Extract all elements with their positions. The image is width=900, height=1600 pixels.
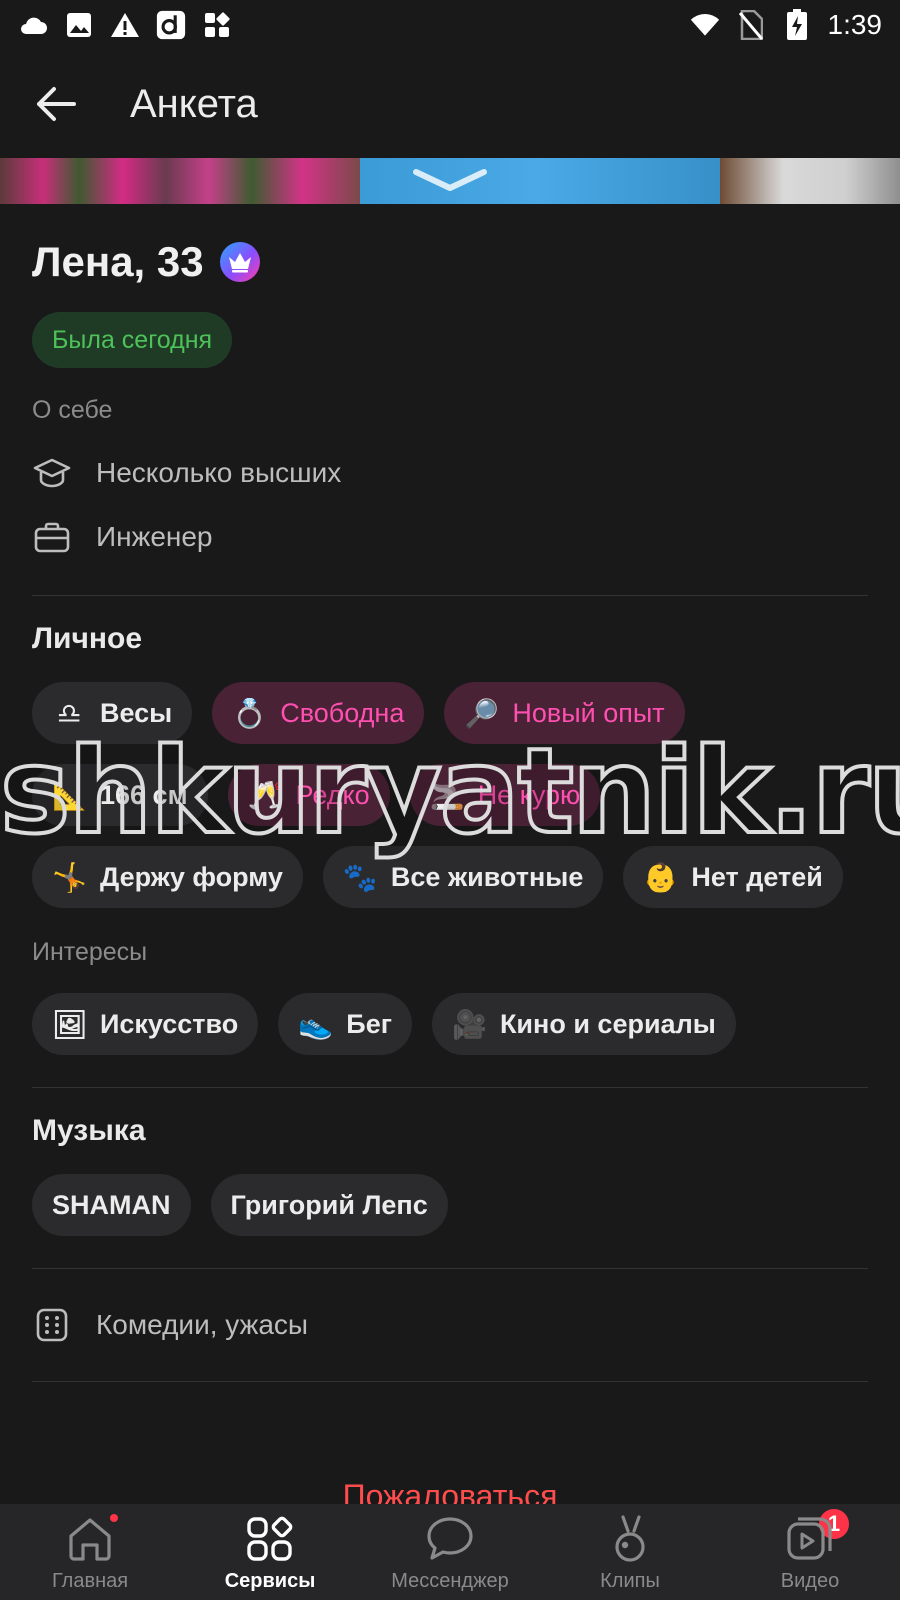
personal-heading: Личное [32,622,143,655]
chip-height[interactable]: 📐 166 см [32,764,208,826]
job-row: Инженер [32,505,868,569]
divider [32,1268,868,1269]
tab-home[interactable]: Главная [0,1504,180,1600]
graduation-cap-icon [32,453,72,493]
movies-row: Комедии, ужасы [32,1293,868,1357]
services-icon [243,1512,297,1566]
glasses-icon: 🥂 [247,779,283,811]
about-label: О себе [32,396,113,424]
personal-chips-row-3: 🤸 Держу форму 🐾 Все животные 👶 Нет детей [32,846,868,908]
image-icon [64,10,94,40]
app-d-icon [156,10,186,40]
interests-label: Интересы [32,938,148,966]
movies-text: Комедии, ужасы [96,1309,309,1340]
music-chips: SHAMAN Григорий Лепс [32,1174,868,1236]
zodiac-libra-icon: ♎ [56,697,82,729]
back-arrow-icon [37,87,76,121]
profile-photo[interactable] [0,158,900,204]
online-status-badge: Была сегодня [32,312,233,368]
framed-picture-icon: 🖼 [52,1008,88,1040]
baby-icon: 👶 [643,861,679,893]
briefcase-icon [32,517,72,557]
bottom-tab-bar: Главная Сервисы 1 Мессенджер Клипы Видео [0,1504,900,1600]
chip-interest-art[interactable]: 🖼 Искусство [32,993,259,1055]
movie-camera-icon: 🎥 [451,1008,487,1040]
widgets-icon [202,10,232,40]
cigarette-icon: 🚬 [429,779,465,811]
tab-services[interactable]: Сервисы [180,1504,360,1600]
video-icon [783,1512,837,1566]
wifi-icon [690,10,720,40]
messenger-icon [423,1512,477,1566]
no-sim-icon [736,10,766,40]
chip-children[interactable]: 👶 Нет детей [623,846,843,908]
chip-looking-for[interactable]: 🔎 Новый опыт [444,682,685,744]
chip-zodiac[interactable]: ♎ Весы [32,682,193,744]
ring-icon: 💍 [232,697,268,729]
chip-relationship[interactable]: 💍 Свободна [212,682,425,744]
tab-video[interactable]: Видео [720,1504,900,1600]
chip-sport[interactable]: 🤸 Держу форму [32,846,303,908]
crown-icon[interactable] [219,242,260,282]
chip-alcohol[interactable]: 🥂 Редко [227,764,390,826]
app-bar: Анкета [0,50,900,158]
chip-interest-running[interactable]: 👟 Бег [278,993,412,1055]
divider [32,1087,868,1088]
magnifier-icon: 🔎 [464,697,500,729]
sneaker-icon: 👟 [298,1008,334,1040]
tab-clips[interactable]: Клипы [540,1504,720,1600]
cloud-icon [18,10,48,40]
paws-icon: 🐾 [342,861,378,893]
warning-icon [110,10,140,40]
back-button[interactable] [34,82,78,126]
personal-chips-row-1: ♎ Весы 💍 Свободна 🔎 Новый опыт [32,682,868,744]
chip-pets[interactable]: 🐾 Все животные [322,846,604,908]
personal-chips-row-2: 📐 166 см 🥂 Редко 🚬 Не курю [32,764,868,826]
music-heading: Музыка [32,1114,146,1147]
gymnast-icon: 🤸 [52,861,87,893]
page-title: Анкета [130,81,258,126]
battery-charging-icon [782,9,812,40]
chip-music-artist[interactable]: Григорий Лепс [210,1174,448,1236]
interests-chips: 🖼 Искусство 👟 Бег 🎥 Кино и сериалы [32,993,868,1055]
chevron-down-icon[interactable] [412,168,488,192]
ruler-icon: 📐 [52,779,87,811]
chip-smoking[interactable]: 🚬 Не курю [409,764,601,826]
chip-music-artist[interactable]: SHAMAN [32,1174,191,1236]
dice-icon [32,1305,72,1345]
job-text: Инженер [96,521,213,552]
tab-messenger[interactable]: 1 Мессенджер [360,1504,852,1600]
clock: 1:39 [827,9,883,40]
divider [32,1381,868,1382]
education-row: Несколько высших [32,441,868,505]
clips-icon [603,1512,657,1566]
profile-name-age: Лена, 33 [32,238,204,285]
notification-dot [108,1512,120,1524]
status-bar: 1:39 [0,0,900,50]
chip-interest-movies[interactable]: 🎥 Кино и сериалы [431,993,736,1055]
education-text: Несколько высших [96,457,342,488]
profile-content: Лена, 33 Была сегодня О себе Несколько в… [0,204,900,1382]
divider [32,595,868,596]
